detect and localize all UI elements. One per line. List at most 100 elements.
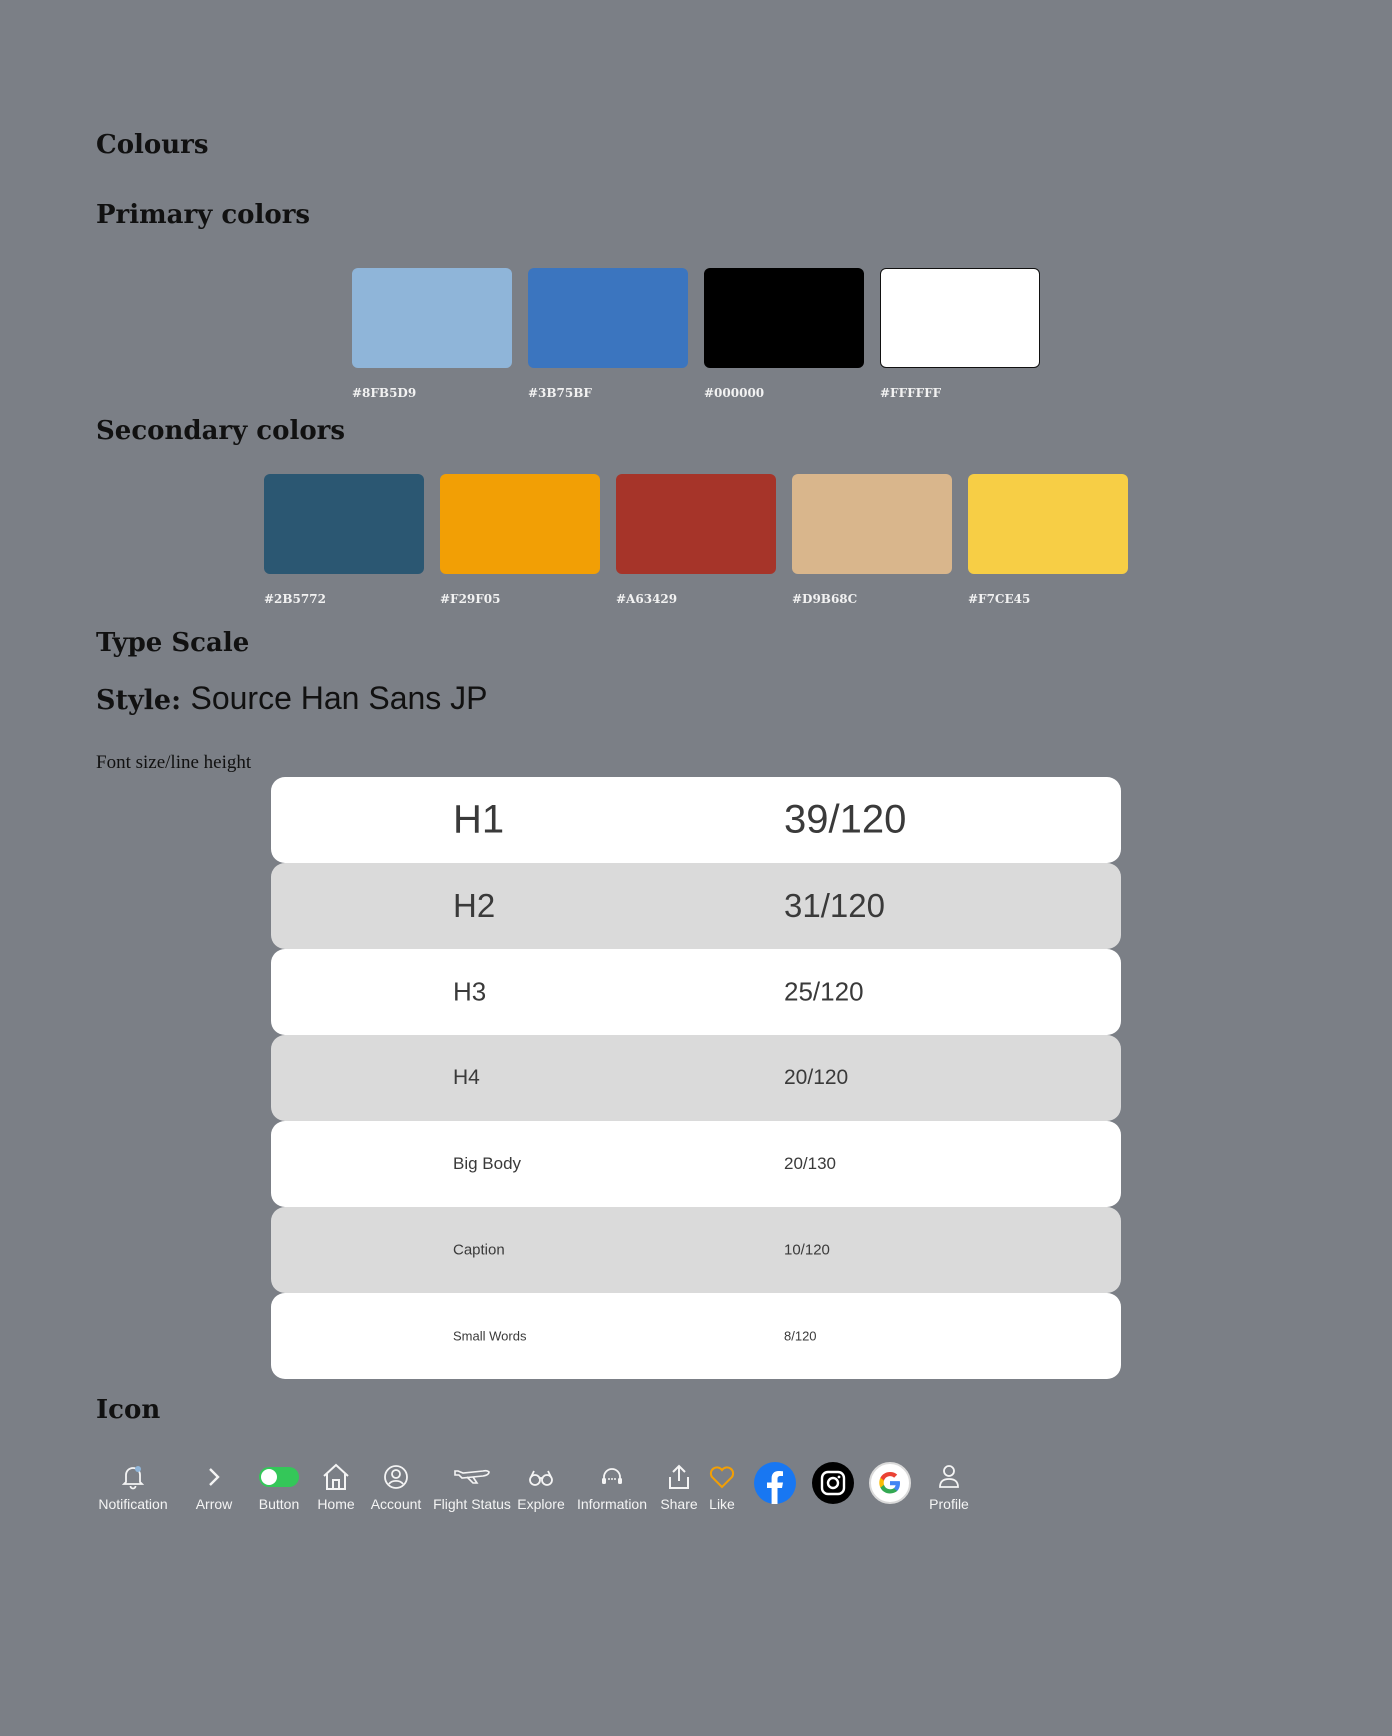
icon-label: Arrow	[195, 1496, 233, 1512]
icon-heading: Icon	[96, 1395, 161, 1425]
primary-swatch: #000000	[704, 268, 864, 400]
type-metric: 20/130	[784, 1154, 836, 1173]
type-metric: 39/120	[784, 797, 907, 842]
secondary-swatch: #F29F05	[440, 474, 600, 606]
instagram-icon	[812, 1462, 854, 1504]
type-metric: 10/120	[784, 1241, 830, 1259]
color-hex: #2B5772	[264, 592, 326, 606]
headset-icon	[600, 1462, 624, 1492]
airplane-icon	[453, 1462, 491, 1492]
account-circle-icon	[383, 1462, 409, 1492]
type-scale-row: H2 31/120	[271, 863, 1121, 949]
type-scale-row: Caption 10/120	[271, 1207, 1121, 1293]
primary-swatch: #3B75BF	[528, 268, 688, 400]
color-hex: #D9B68C	[792, 592, 858, 606]
color-chip	[616, 474, 776, 574]
type-scale-row: H3 25/120	[271, 949, 1121, 1035]
color-hex: #A63429	[616, 592, 678, 606]
type-name: H2	[453, 887, 496, 924]
secondary-colors-heading: Secondary colors	[96, 416, 346, 446]
information-item[interactable]: Information	[574, 1462, 650, 1512]
type-scale-row: H1 39/120	[271, 777, 1121, 863]
home-item[interactable]: Home	[312, 1462, 360, 1512]
icon-label: Profile	[929, 1496, 969, 1512]
instagram-item[interactable]	[812, 1462, 854, 1504]
facebook-icon	[754, 1462, 796, 1504]
colours-heading: Colours	[96, 130, 209, 160]
color-chip	[352, 268, 512, 368]
type-metric: 20/120	[784, 1066, 849, 1089]
glasses-icon	[527, 1462, 555, 1492]
secondary-swatch: #D9B68C	[792, 474, 952, 606]
icon-label: Information	[576, 1496, 648, 1512]
secondary-swatch: #2B5772	[264, 474, 424, 606]
share-item[interactable]: Share	[658, 1462, 700, 1512]
chevron-right-icon	[204, 1462, 224, 1492]
google-icon	[869, 1462, 911, 1504]
primary-colors-heading: Primary colors	[96, 200, 311, 230]
color-hex: #3B75BF	[528, 386, 592, 400]
icon-label: Notification	[98, 1496, 168, 1512]
primary-swatch: #8FB5D9	[352, 268, 512, 400]
type-scale-row: Big Body 20/130	[271, 1121, 1121, 1207]
type-name: H3	[453, 976, 487, 1007]
facebook-item[interactable]	[754, 1462, 796, 1504]
notification-item[interactable]: Notification	[96, 1462, 170, 1512]
color-chip	[528, 268, 688, 368]
bell-icon	[121, 1462, 145, 1492]
heart-icon	[708, 1462, 736, 1492]
icon-label: Like	[709, 1496, 735, 1512]
color-chip	[440, 474, 600, 574]
type-metric: 8/120	[784, 1328, 817, 1344]
secondary-swatch-row: #2B5772 #F29F05 #A63429 #D9B68C #F7CE45	[264, 474, 1128, 606]
color-chip	[792, 474, 952, 574]
like-item[interactable]: Like	[704, 1462, 740, 1512]
google-item[interactable]	[869, 1462, 911, 1504]
color-hex: #FFFFFF	[880, 386, 942, 400]
account-item[interactable]: Account	[368, 1462, 424, 1512]
color-chip	[264, 474, 424, 574]
toggle-switch-icon	[258, 1462, 300, 1492]
home-icon	[321, 1462, 351, 1492]
icon-label: Flight Status	[433, 1496, 511, 1512]
secondary-swatch: #A63429	[616, 474, 776, 606]
icon-label: Share	[660, 1496, 698, 1512]
share-icon	[666, 1462, 692, 1492]
flight-status-item[interactable]: Flight Status	[432, 1462, 512, 1512]
color-chip	[704, 268, 864, 368]
style-label: Style:	[96, 685, 182, 716]
color-hex: #8FB5D9	[352, 386, 417, 400]
font-size-line-height-label: Font size/line height	[96, 752, 252, 773]
arrow-item[interactable]: Arrow	[184, 1462, 244, 1512]
type-scale-row: Small Words 8/120	[271, 1293, 1121, 1379]
style-line: Style: Source Han Sans JP	[96, 680, 488, 717]
icon-label: Home	[317, 1496, 355, 1512]
type-scale-heading: Type Scale	[96, 628, 250, 658]
type-name: Caption	[453, 1241, 505, 1259]
type-name: H4	[453, 1066, 480, 1089]
type-scale-row: H4 20/120	[271, 1035, 1121, 1121]
explore-item[interactable]: Explore	[516, 1462, 566, 1512]
profile-item[interactable]: Profile	[927, 1462, 971, 1512]
type-name: Big Body	[453, 1154, 522, 1173]
type-scale-table: H1 39/120 H2 31/120 H3 25/120 H4 20/120 …	[271, 777, 1121, 1379]
color-hex: #000000	[704, 386, 765, 400]
type-name: H1	[453, 797, 505, 842]
color-chip	[968, 474, 1128, 574]
color-hex: #F7CE45	[968, 592, 1031, 606]
icon-label: Explore	[517, 1496, 565, 1512]
color-chip	[880, 268, 1040, 368]
primary-swatch: #FFFFFF	[880, 268, 1040, 400]
icon-label: Account	[370, 1496, 422, 1512]
secondary-swatch: #F7CE45	[968, 474, 1128, 606]
toggle-item[interactable]: Button	[254, 1462, 304, 1512]
color-hex: #F29F05	[440, 592, 501, 606]
icon-label: Button	[258, 1496, 300, 1512]
type-name: Small Words	[453, 1328, 527, 1344]
icon-row: Notification Arrow Button Home Account F…	[96, 1462, 971, 1512]
type-metric: 25/120	[784, 976, 864, 1007]
style-font-name: Source Han Sans JP	[190, 680, 488, 716]
primary-swatch-row: #8FB5D9 #3B75BF #000000 #FFFFFF	[352, 268, 1040, 400]
type-metric: 31/120	[784, 887, 885, 924]
profile-icon	[937, 1462, 961, 1492]
